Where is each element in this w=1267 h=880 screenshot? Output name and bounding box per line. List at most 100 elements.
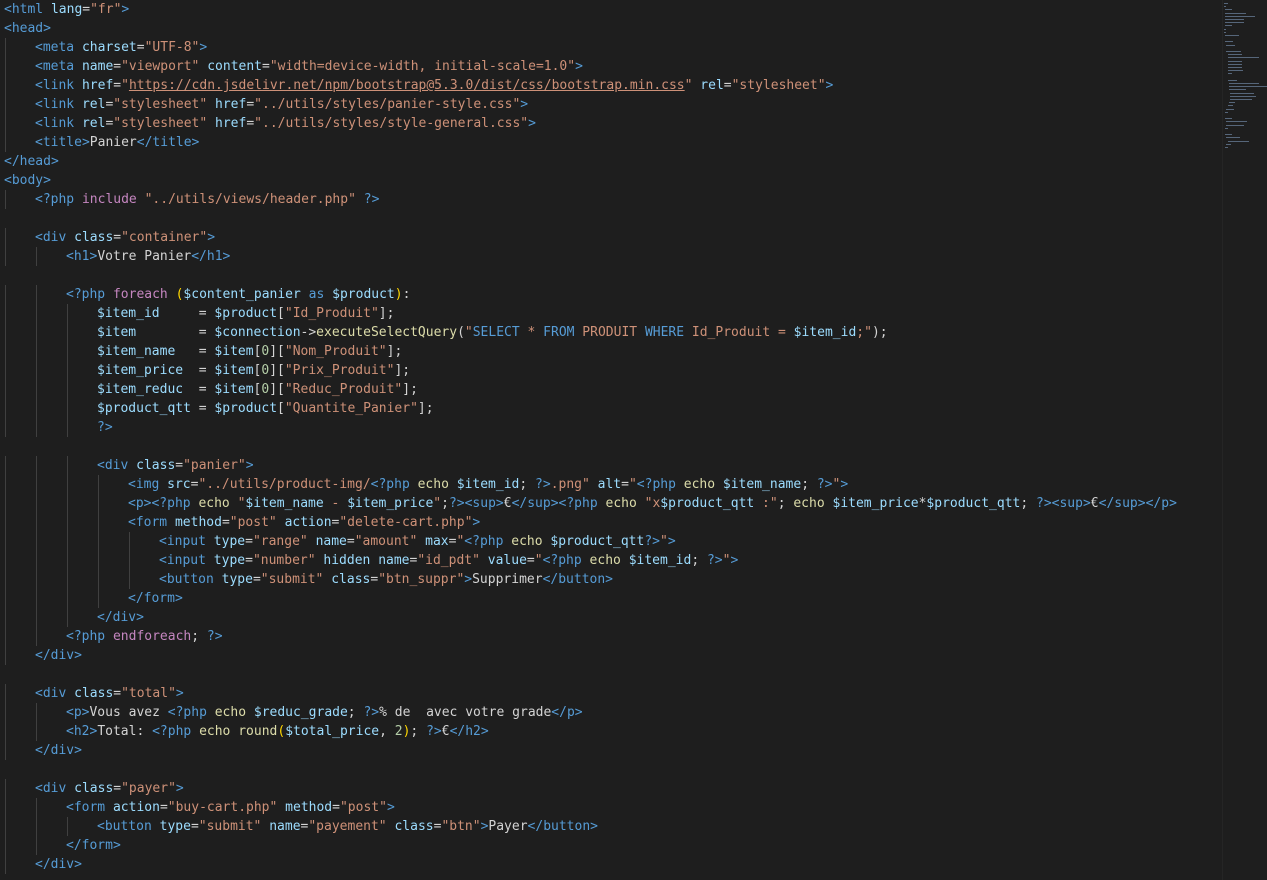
code-token: "Id_Produit": [284, 306, 379, 321]
code-token: >: [175, 686, 184, 701]
code-token: Votre Panier: [97, 249, 192, 264]
indent-guide: [5, 418, 6, 437]
code-token: Panier: [89, 135, 137, 150]
code-line[interactable]: $item = $connection->executeSelectQuery(…: [4, 323, 1214, 342]
code-token: </h1>: [191, 249, 231, 264]
code-line[interactable]: </div>: [4, 646, 1214, 665]
code-token: ];: [378, 306, 395, 321]
code-line[interactable]: </form>: [4, 589, 1214, 608]
minimap[interactable]: [1224, 0, 1267, 160]
code-token: method: [174, 515, 222, 530]
code-line[interactable]: <img src="../utils/product-img/<?php ech…: [4, 475, 1214, 494]
code-line[interactable]: <h2>Total: <?php echo round($total_price…: [4, 722, 1214, 741]
code-line[interactable]: <html lang="fr">: [4, 0, 1214, 19]
code-line[interactable]: <form action="buy-cart.php" method="post…: [4, 798, 1214, 817]
code-line[interactable]: <input type="range" name="amount" max="<…: [4, 532, 1214, 551]
code-line[interactable]: <button type="submit" class="btn_suppr">…: [4, 570, 1214, 589]
code-token: "container": [121, 230, 208, 245]
code-line[interactable]: [4, 266, 1214, 285]
code-line[interactable]: </form>: [4, 836, 1214, 855]
code-line[interactable]: <p><?php echo "$item_name - $item_price"…: [4, 494, 1214, 513]
code-token: ?>: [816, 477, 833, 492]
code-token: $item_price: [832, 496, 919, 511]
code-line[interactable]: ?>: [4, 418, 1214, 437]
code-line[interactable]: <button type="submit" name="payement" cl…: [4, 817, 1214, 836]
code-token: "stylesheet": [113, 97, 208, 112]
code-token: "payer": [121, 781, 176, 796]
code-line[interactable]: <link rel="stylesheet" href="../utils/st…: [4, 95, 1214, 114]
code-line[interactable]: <meta name="viewport" content="width=dev…: [4, 57, 1214, 76]
minimap-line: [1225, 127, 1228, 129]
code-token: >: [667, 534, 676, 549]
code-line[interactable]: <?php include "../utils/views/header.php…: [4, 190, 1214, 209]
code-line[interactable]: <div class="container">: [4, 228, 1214, 247]
code-area[interactable]: <html lang="fr"> <head> <meta charset="UTF…: [4, 0, 1214, 874]
code-line[interactable]: <link href="https://cdn.jsdelivr.net/npm…: [4, 76, 1214, 95]
code-line[interactable]: <?php foreach ($content_panier as $produ…: [4, 285, 1214, 304]
code-token: ->: [300, 325, 317, 340]
code-line[interactable]: $item_name = $item[0]["Nom_Produit"];: [4, 342, 1214, 361]
code-line[interactable]: <body>: [4, 171, 1214, 190]
code-line[interactable]: $item_reduc = $item[0]["Reduc_Produit"];: [4, 380, 1214, 399]
indent-guide: [5, 513, 6, 532]
code-token: <div: [97, 458, 137, 473]
code-line[interactable]: [4, 665, 1214, 684]
code-editor[interactable]: <html lang="fr"> <head> <meta charset="UTF…: [0, 0, 1267, 880]
indent-guide: [67, 513, 68, 532]
code-token: href: [215, 116, 247, 131]
code-token: action: [284, 515, 332, 530]
code-line[interactable]: $item_price = $item[0]["Prix_Produit"];: [4, 361, 1214, 380]
code-line[interactable]: </head>: [4, 152, 1214, 171]
indent-guide: [36, 570, 37, 589]
code-token: </div>: [35, 857, 82, 872]
code-token: $product_qtt: [97, 401, 191, 416]
code-token: ): [394, 287, 403, 302]
code-token: "payement": [308, 819, 387, 834]
code-line[interactable]: $item_id = $product["Id_Produit"];: [4, 304, 1214, 323]
code-line[interactable]: <head>: [4, 19, 1214, 38]
indent-guide: [36, 475, 37, 494]
code-token: [: [277, 306, 285, 321]
code-line[interactable]: <div class="payer">: [4, 779, 1214, 798]
minimap-line: [1226, 124, 1244, 126]
minimap-line: [1227, 140, 1249, 142]
code-line[interactable]: <?php endforeach; ?>: [4, 627, 1214, 646]
code-token: =: [113, 686, 122, 701]
code-line[interactable]: <p>Vous avez <?php echo $reduc_grade; ?>…: [4, 703, 1214, 722]
code-token: $item: [97, 325, 137, 340]
code-token: $product: [332, 287, 395, 302]
code-line[interactable]: [4, 209, 1214, 228]
code-token: <head>: [4, 21, 51, 36]
indent-guide: [36, 589, 37, 608]
minimap-line: [1225, 15, 1255, 17]
code-line[interactable]: <input type="number" hidden name="id_pdt…: [4, 551, 1214, 570]
code-line[interactable]: [4, 437, 1214, 456]
code-line[interactable]: <meta charset="UTF-8">: [4, 38, 1214, 57]
code-token: class: [394, 819, 434, 834]
code-line[interactable]: <title>Panier</title>: [4, 133, 1214, 152]
minimap-line: [1225, 147, 1228, 148]
indent-guide: [98, 532, 99, 551]
indent-guide: [36, 817, 37, 836]
code-token: =: [252, 572, 261, 587]
code-line[interactable]: </div>: [4, 608, 1214, 627]
code-line[interactable]: </div>: [4, 855, 1214, 874]
code-line[interactable]: $product_qtt = $product["Quantite_Panier…: [4, 399, 1214, 418]
minimap-line: [1228, 86, 1267, 88]
minimap-line: [1224, 3, 1229, 4]
code-line[interactable]: <div class="panier">: [4, 456, 1214, 475]
code-line[interactable]: [4, 760, 1214, 779]
code-line[interactable]: <form method="post" action="delete-cart.…: [4, 513, 1214, 532]
code-line[interactable]: </div>: [4, 741, 1214, 760]
indent-guide: [5, 646, 6, 665]
code-line[interactable]: <link rel="stylesheet" href="../utils/st…: [4, 114, 1214, 133]
code-line[interactable]: <h1>Votre Panier</h1>: [4, 247, 1214, 266]
code-line[interactable]: <div class="total">: [4, 684, 1214, 703]
indent-guide: [5, 285, 6, 304]
code-token: <?php: [66, 287, 113, 302]
